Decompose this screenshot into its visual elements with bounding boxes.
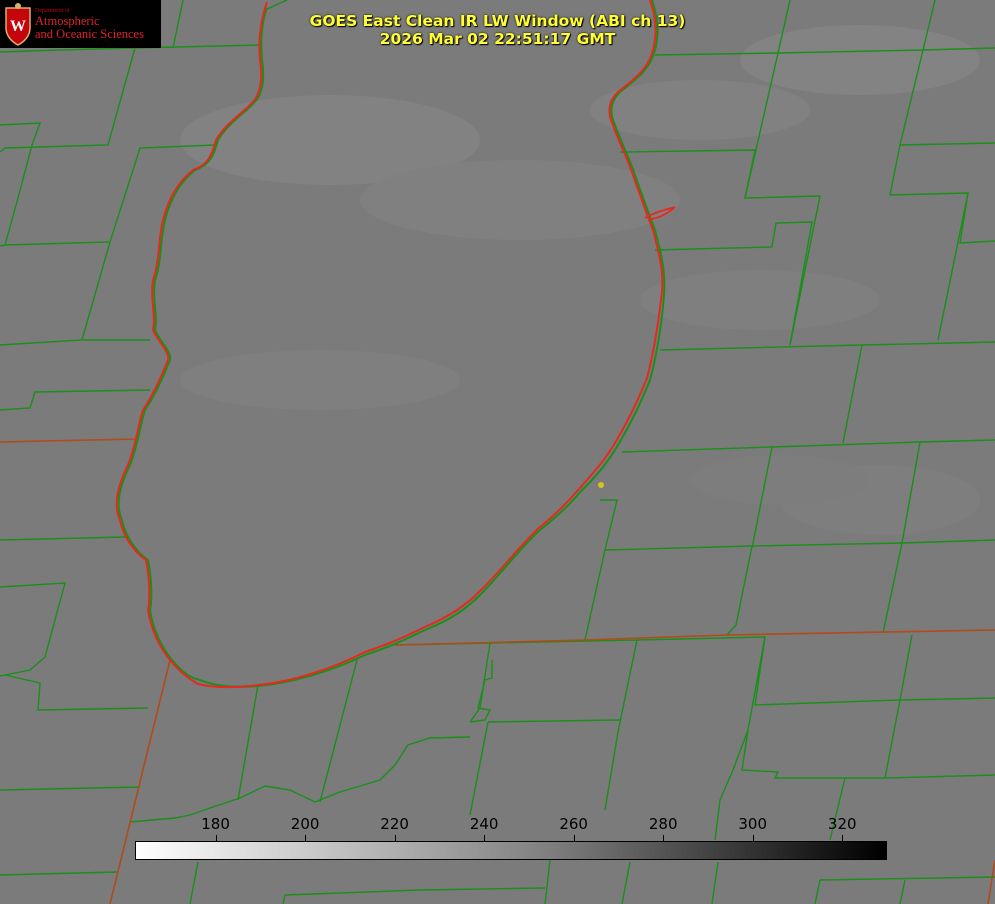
map-imagery <box>0 0 995 904</box>
colorbar-tick-label: 180 <box>201 815 230 833</box>
svg-text:W: W <box>10 18 26 35</box>
colorbar-tick-mark <box>484 835 486 841</box>
colorbar-tick-label: 200 <box>290 815 320 833</box>
colorbar-tick-mark <box>842 835 844 841</box>
colorbar-tick-mark <box>663 835 665 841</box>
colorbar-tick-mark <box>305 835 307 841</box>
colorbar-tick-label: 280 <box>648 815 678 833</box>
satellite-image: W Department of Atmospheric and Oceanic … <box>0 0 995 904</box>
colorbar-tick-label: 300 <box>738 815 768 833</box>
colorbar-tick-mark <box>573 835 575 841</box>
colorbar-tick-mark <box>215 835 217 841</box>
colorbar-tick-label: 240 <box>469 815 499 833</box>
location-marker <box>598 482 604 488</box>
colorbar-tick-mark <box>752 835 754 841</box>
title-product: GOES East Clean IR LW Window (ABI ch 13) <box>309 12 686 30</box>
temperature-colorbar <box>135 841 887 860</box>
title-timestamp: 2026 Mar 02 22:51:17 GMT <box>379 30 616 48</box>
colorbar-tick-label: 320 <box>827 815 857 833</box>
university-crest-icon: W <box>5 3 31 46</box>
colorbar-tick-mark <box>394 835 396 841</box>
colorbar-tick-label: 260 <box>559 815 588 833</box>
image-title: GOES East Clean IR LW Window (ABI ch 13)… <box>200 12 795 48</box>
logo-title-line2: and Oceanic Sciences <box>35 27 144 41</box>
colorbar-tick-label: 220 <box>380 815 409 833</box>
department-logo: W Department of Atmospheric and Oceanic … <box>0 0 161 48</box>
